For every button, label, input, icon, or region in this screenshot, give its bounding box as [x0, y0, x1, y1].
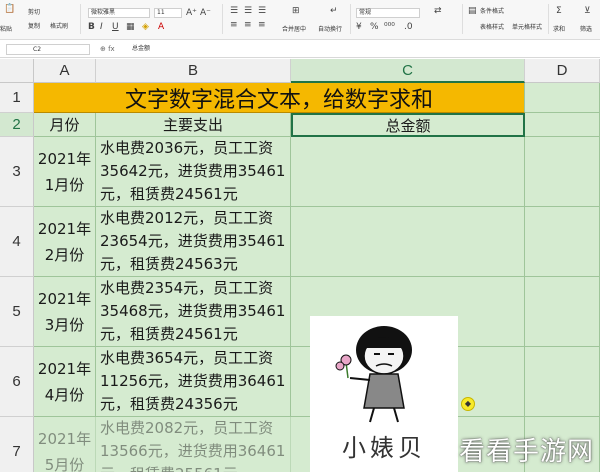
expense-cell[interactable]: 水电费2354元，员工工资 35468元，进货费用35461 元，租赁费2456… [96, 277, 291, 347]
fill-color-icon[interactable]: ◈ [142, 22, 149, 32]
column-header-d[interactable]: D [525, 59, 600, 83]
row-header-5[interactable]: 5 [0, 277, 34, 347]
row-header-2[interactable]: 2 [0, 113, 34, 137]
header-month-cell[interactable]: 月份 [34, 113, 96, 137]
month-cell[interactable]: 2021年 1月份 [34, 137, 96, 207]
cell-d3[interactable] [525, 137, 600, 207]
sticker-caption: 小婊贝 [342, 434, 426, 462]
format-painter-button[interactable]: 格式刷 [50, 23, 68, 31]
sum-icon[interactable]: Σ [556, 6, 562, 16]
decimal-icon[interactable]: .0 [404, 22, 413, 32]
select-all-corner[interactable] [0, 59, 34, 83]
underline-icon[interactable]: U [112, 22, 119, 32]
total-cell[interactable] [291, 207, 525, 277]
watermark: 看看手游网 [458, 437, 594, 467]
type-convert-icon[interactable]: ⇄ [434, 6, 442, 16]
align-center-icon[interactable]: ≡ [244, 20, 252, 30]
title-cell[interactable]: 文字数字混合文本，给数字求和 [34, 83, 525, 113]
cell-d5[interactable] [525, 277, 600, 347]
align-bottom-icon[interactable]: ☰ [258, 6, 266, 16]
expense-cell[interactable]: 水电费2082元，员工工资 13566元，进货费用36461 元，租赁费2556… [96, 417, 291, 472]
row-header-7[interactable]: 7 [0, 417, 34, 472]
formula-bar: C2 ⊕ fx 总金额 [0, 41, 600, 58]
align-right-icon[interactable]: ≡ [258, 20, 266, 30]
border-icon[interactable]: ▦ [126, 22, 135, 32]
cell-d6[interactable] [525, 347, 600, 417]
font-size-select[interactable]: 11 [154, 8, 182, 18]
increase-font-icon[interactable]: A⁺ [186, 8, 197, 18]
thousands-icon[interactable]: ⁰⁰⁰ [384, 22, 395, 32]
fx-icon[interactable]: ⊕ fx [100, 44, 115, 54]
cut-button[interactable]: 剪切 [28, 9, 40, 17]
copy-button[interactable]: 复制 [28, 23, 40, 31]
paste-button[interactable]: 粘贴 [0, 26, 12, 34]
table-style-button[interactable]: 表格样式 [480, 24, 504, 32]
auto-wrap-button[interactable]: 自动换行 [318, 26, 342, 34]
align-top-icon[interactable]: ☰ [230, 6, 238, 16]
paste-icon[interactable]: 📋 [4, 4, 15, 14]
column-header-b[interactable]: B [96, 59, 291, 83]
row-header-6[interactable]: 6 [0, 347, 34, 417]
decrease-font-icon[interactable]: A⁻ [200, 8, 211, 18]
number-format-select[interactable]: 常规 [356, 8, 420, 18]
expense-cell[interactable]: 水电费2012元，员工工资 23654元，进货费用35461 元，租赁费2456… [96, 207, 291, 277]
mouse-cursor-icon: ◆ [461, 397, 475, 411]
cell-d1[interactable] [525, 83, 600, 113]
spreadsheet-grid[interactable]: A B C D 1 2 3 4 5 6 7 文字数字混合文本，给数字求和 月份 … [0, 59, 600, 472]
header-expense-cell[interactable]: 主要支出 [96, 113, 291, 137]
currency-icon[interactable]: ¥ [356, 22, 362, 32]
expense-cell[interactable]: 水电费3654元，员工工资 11256元，进货费用36461 元，租赁费2435… [96, 347, 291, 417]
conditional-format-button[interactable]: 条件格式 [480, 8, 504, 16]
header-total-cell[interactable]: 总金额 [291, 113, 525, 137]
sum-button[interactable]: 求和 [553, 26, 565, 34]
font-name-select[interactable]: 微软雅黑 [88, 8, 150, 18]
row-header-4[interactable]: 4 [0, 207, 34, 277]
font-color-icon[interactable]: A [158, 22, 164, 32]
filter-icon[interactable]: ⊻ [584, 6, 591, 16]
italic-icon[interactable]: I [100, 22, 103, 32]
month-cell[interactable]: 2021年 5月份 [34, 417, 96, 472]
cell-d2[interactable] [525, 113, 600, 137]
merge-center-icon[interactable]: ⊞ [292, 6, 300, 16]
bold-icon[interactable]: B [88, 22, 95, 32]
cell-d4[interactable] [525, 207, 600, 277]
total-cell[interactable] [291, 137, 525, 207]
filter-button[interactable]: 筛选 [580, 26, 592, 34]
percent-icon[interactable]: % [370, 22, 379, 32]
month-cell[interactable]: 2021年 4月份 [34, 347, 96, 417]
cartoon-sticker: 小婊贝 [310, 316, 458, 472]
formula-content[interactable]: 总金额 [132, 44, 150, 54]
merge-center-button[interactable]: 合并居中 [282, 26, 306, 34]
row-header-3[interactable]: 3 [0, 137, 34, 207]
column-header-a[interactable]: A [34, 59, 96, 83]
conditional-format-icon[interactable]: ▤ [468, 6, 477, 16]
cell-style-button[interactable]: 单元格样式 [512, 24, 542, 32]
row-header-1[interactable]: 1 [0, 83, 34, 113]
auto-wrap-icon[interactable]: ↵ [330, 6, 338, 16]
name-box[interactable]: C2 [6, 44, 90, 55]
cartoon-character-icon [335, 326, 412, 423]
align-left-icon[interactable]: ≡ [230, 20, 238, 30]
ribbon-toolbar: 📋 粘贴 剪切 复制 格式刷 微软雅黑 11 B I U ▦ ◈ A A⁺ A⁻… [0, 0, 600, 40]
month-cell[interactable]: 2021年 3月份 [34, 277, 96, 347]
expense-cell[interactable]: 水电费2036元，员工工资 35642元，进货费用35461 元，租赁费2456… [96, 137, 291, 207]
column-header-c[interactable]: C [291, 59, 525, 83]
align-middle-icon[interactable]: ☰ [244, 6, 252, 16]
month-cell[interactable]: 2021年 2月份 [34, 207, 96, 277]
